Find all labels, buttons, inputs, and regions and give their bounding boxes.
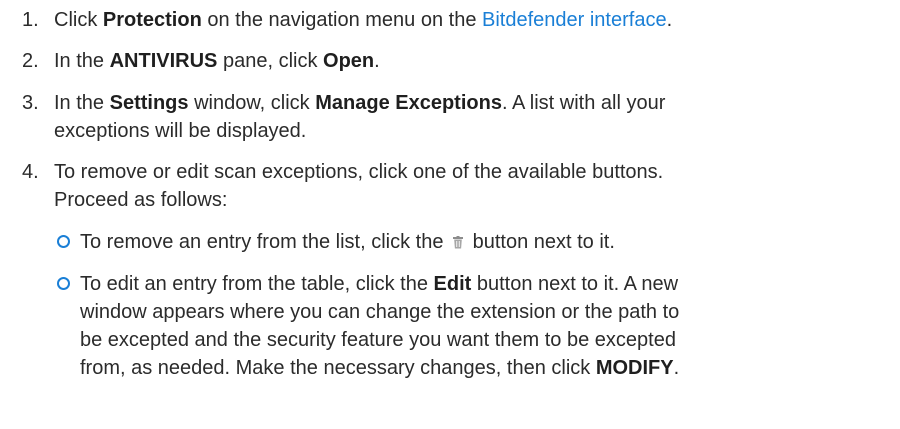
text-run: button next to it. [467, 231, 615, 253]
bold-term: MODIFY [595, 357, 674, 379]
bold-term: Edit [433, 273, 472, 295]
text-run: . [374, 50, 380, 72]
bold-term: Protection [102, 9, 202, 31]
bold-term: Settings [109, 92, 189, 114]
bullet-text: be excepted and the security feature you… [80, 328, 676, 352]
text-run: exceptions will be displayed. [54, 120, 307, 142]
text-run: In the [54, 92, 110, 114]
bullet-circle-icon [57, 235, 70, 248]
text-run: pane, click [217, 50, 324, 72]
bold-term: ANTIVIRUS [109, 50, 218, 72]
step-number: 1. [22, 9, 39, 31]
trash-icon [453, 231, 464, 255]
text-run: . [666, 9, 673, 31]
bold-term: Manage Exceptions [315, 92, 502, 114]
bold-term: Open [323, 50, 375, 72]
step-number: 2. [22, 50, 39, 72]
text-run: on the navigation menu on the [201, 9, 483, 31]
text-run: window appears where you can change the … [80, 301, 680, 323]
step-number: 4. [22, 161, 39, 183]
bullet-circle-icon [57, 277, 70, 290]
bullet-text: To remove an entry from the list, click … [80, 230, 615, 255]
text-run: To edit an entry from the table, click t… [80, 273, 434, 295]
step-number: 3. [22, 92, 39, 114]
text-run: In the [54, 50, 110, 72]
step-text: In the Settings window, click Manage Exc… [54, 91, 665, 115]
text-run: button next to it. A new [471, 273, 679, 295]
text-run: . [673, 357, 680, 379]
text-run: be excepted and the security feature you… [80, 329, 676, 351]
text-run: To remove an entry from the list, click … [80, 231, 450, 253]
bullet-text: To edit an entry from the table, click t… [80, 272, 678, 296]
text-run: Proceed as follows: [54, 189, 228, 211]
text-run: window, click [188, 92, 316, 114]
text-run: . A list with all your [501, 92, 666, 114]
step-text: To remove or edit scan exceptions, click… [54, 160, 663, 184]
text-run: from, as needed. Make the necessary chan… [80, 357, 596, 379]
bitdefender-interface-link[interactable]: Bitdefender interface [482, 9, 667, 31]
step-text: In the ANTIVIRUS pane, click Open. [54, 49, 380, 73]
bullet-text: window appears where you can change the … [80, 300, 679, 324]
step-text: Proceed as follows: [54, 188, 227, 212]
step-text: exceptions will be displayed. [54, 119, 306, 143]
instructions-document: 1. Click Protection on the navigation me… [0, 0, 900, 429]
step-text: Click Protection on the navigation menu … [54, 8, 672, 32]
bullet-text: from, as needed. Make the necessary chan… [80, 356, 679, 380]
text-run: Click [54, 9, 103, 31]
text-run: To remove or edit scan exceptions, click… [54, 161, 664, 183]
